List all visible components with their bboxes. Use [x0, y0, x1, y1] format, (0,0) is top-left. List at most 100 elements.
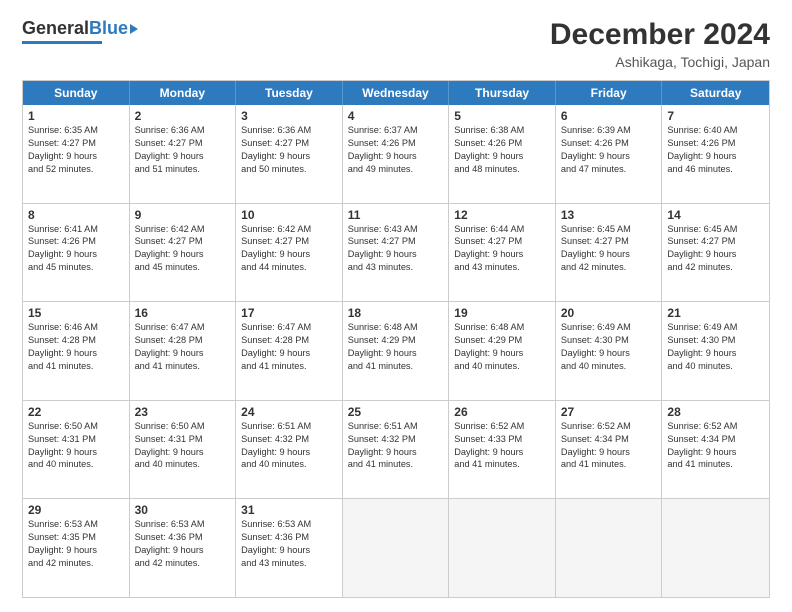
day-info: Sunrise: 6:52 AM Sunset: 4:34 PM Dayligh…	[667, 420, 765, 472]
day-number: 22	[28, 405, 125, 419]
day-info: Sunrise: 6:37 AM Sunset: 4:26 PM Dayligh…	[348, 124, 445, 176]
calendar-cell: 22Sunrise: 6:50 AM Sunset: 4:31 PM Dayli…	[23, 401, 130, 499]
calendar-cell: 4Sunrise: 6:37 AM Sunset: 4:26 PM Daylig…	[343, 105, 450, 203]
calendar-cell: 25Sunrise: 6:51 AM Sunset: 4:32 PM Dayli…	[343, 401, 450, 499]
day-info: Sunrise: 6:53 AM Sunset: 4:36 PM Dayligh…	[241, 518, 338, 570]
calendar-cell: 5Sunrise: 6:38 AM Sunset: 4:26 PM Daylig…	[449, 105, 556, 203]
calendar-cell: 6Sunrise: 6:39 AM Sunset: 4:26 PM Daylig…	[556, 105, 663, 203]
calendar-header-cell: Monday	[130, 81, 237, 105]
day-info: Sunrise: 6:48 AM Sunset: 4:29 PM Dayligh…	[348, 321, 445, 373]
day-number: 10	[241, 208, 338, 222]
day-info: Sunrise: 6:42 AM Sunset: 4:27 PM Dayligh…	[241, 223, 338, 275]
logo-general: General	[22, 18, 89, 39]
calendar-body: 1Sunrise: 6:35 AM Sunset: 4:27 PM Daylig…	[23, 105, 769, 597]
day-number: 2	[135, 109, 232, 123]
calendar-header-cell: Friday	[556, 81, 663, 105]
header: GeneralBlue December 2024 Ashikaga, Toch…	[22, 18, 770, 70]
day-number: 29	[28, 503, 125, 517]
calendar-cell: 8Sunrise: 6:41 AM Sunset: 4:26 PM Daylig…	[23, 204, 130, 302]
day-info: Sunrise: 6:43 AM Sunset: 4:27 PM Dayligh…	[348, 223, 445, 275]
calendar-cell: 27Sunrise: 6:52 AM Sunset: 4:34 PM Dayli…	[556, 401, 663, 499]
day-number: 17	[241, 306, 338, 320]
day-number: 26	[454, 405, 551, 419]
calendar-cell	[449, 499, 556, 597]
calendar-cell	[556, 499, 663, 597]
logo: GeneralBlue	[22, 18, 138, 44]
calendar-header-cell: Sunday	[23, 81, 130, 105]
day-info: Sunrise: 6:47 AM Sunset: 4:28 PM Dayligh…	[135, 321, 232, 373]
day-number: 20	[561, 306, 658, 320]
day-number: 30	[135, 503, 232, 517]
logo-line	[22, 41, 102, 44]
day-number: 27	[561, 405, 658, 419]
day-number: 8	[28, 208, 125, 222]
day-info: Sunrise: 6:35 AM Sunset: 4:27 PM Dayligh…	[28, 124, 125, 176]
day-info: Sunrise: 6:39 AM Sunset: 4:26 PM Dayligh…	[561, 124, 658, 176]
day-info: Sunrise: 6:38 AM Sunset: 4:26 PM Dayligh…	[454, 124, 551, 176]
calendar-cell: 29Sunrise: 6:53 AM Sunset: 4:35 PM Dayli…	[23, 499, 130, 597]
day-info: Sunrise: 6:42 AM Sunset: 4:27 PM Dayligh…	[135, 223, 232, 275]
day-info: Sunrise: 6:49 AM Sunset: 4:30 PM Dayligh…	[561, 321, 658, 373]
calendar-cell: 24Sunrise: 6:51 AM Sunset: 4:32 PM Dayli…	[236, 401, 343, 499]
day-number: 18	[348, 306, 445, 320]
day-info: Sunrise: 6:45 AM Sunset: 4:27 PM Dayligh…	[561, 223, 658, 275]
calendar-cell: 2Sunrise: 6:36 AM Sunset: 4:27 PM Daylig…	[130, 105, 237, 203]
calendar-cell: 31Sunrise: 6:53 AM Sunset: 4:36 PM Dayli…	[236, 499, 343, 597]
location: Ashikaga, Tochigi, Japan	[550, 54, 770, 70]
day-info: Sunrise: 6:51 AM Sunset: 4:32 PM Dayligh…	[348, 420, 445, 472]
calendar-cell: 21Sunrise: 6:49 AM Sunset: 4:30 PM Dayli…	[662, 302, 769, 400]
day-number: 3	[241, 109, 338, 123]
day-info: Sunrise: 6:49 AM Sunset: 4:30 PM Dayligh…	[667, 321, 765, 373]
day-number: 4	[348, 109, 445, 123]
calendar-cell: 9Sunrise: 6:42 AM Sunset: 4:27 PM Daylig…	[130, 204, 237, 302]
day-number: 15	[28, 306, 125, 320]
day-number: 6	[561, 109, 658, 123]
calendar-cell: 28Sunrise: 6:52 AM Sunset: 4:34 PM Dayli…	[662, 401, 769, 499]
day-number: 11	[348, 208, 445, 222]
title-block: December 2024 Ashikaga, Tochigi, Japan	[550, 18, 770, 70]
day-info: Sunrise: 6:44 AM Sunset: 4:27 PM Dayligh…	[454, 223, 551, 275]
calendar-row: 8Sunrise: 6:41 AM Sunset: 4:26 PM Daylig…	[23, 203, 769, 302]
day-number: 7	[667, 109, 765, 123]
calendar-header-cell: Wednesday	[343, 81, 450, 105]
day-info: Sunrise: 6:51 AM Sunset: 4:32 PM Dayligh…	[241, 420, 338, 472]
calendar-cell: 11Sunrise: 6:43 AM Sunset: 4:27 PM Dayli…	[343, 204, 450, 302]
day-info: Sunrise: 6:41 AM Sunset: 4:26 PM Dayligh…	[28, 223, 125, 275]
calendar-cell: 13Sunrise: 6:45 AM Sunset: 4:27 PM Dayli…	[556, 204, 663, 302]
month-year: December 2024	[550, 18, 770, 52]
day-info: Sunrise: 6:36 AM Sunset: 4:27 PM Dayligh…	[135, 124, 232, 176]
day-number: 13	[561, 208, 658, 222]
calendar-cell: 14Sunrise: 6:45 AM Sunset: 4:27 PM Dayli…	[662, 204, 769, 302]
calendar-header-cell: Tuesday	[236, 81, 343, 105]
logo-text: GeneralBlue	[22, 18, 138, 39]
logo-arrow-icon	[130, 24, 138, 34]
day-info: Sunrise: 6:50 AM Sunset: 4:31 PM Dayligh…	[135, 420, 232, 472]
calendar-cell: 17Sunrise: 6:47 AM Sunset: 4:28 PM Dayli…	[236, 302, 343, 400]
calendar-row: 29Sunrise: 6:53 AM Sunset: 4:35 PM Dayli…	[23, 498, 769, 597]
calendar-cell: 3Sunrise: 6:36 AM Sunset: 4:27 PM Daylig…	[236, 105, 343, 203]
calendar-header: SundayMondayTuesdayWednesdayThursdayFrid…	[23, 81, 769, 105]
day-info: Sunrise: 6:53 AM Sunset: 4:35 PM Dayligh…	[28, 518, 125, 570]
calendar-row: 15Sunrise: 6:46 AM Sunset: 4:28 PM Dayli…	[23, 301, 769, 400]
calendar-cell: 19Sunrise: 6:48 AM Sunset: 4:29 PM Dayli…	[449, 302, 556, 400]
day-number: 1	[28, 109, 125, 123]
calendar-cell	[662, 499, 769, 597]
calendar: SundayMondayTuesdayWednesdayThursdayFrid…	[22, 80, 770, 598]
day-info: Sunrise: 6:52 AM Sunset: 4:34 PM Dayligh…	[561, 420, 658, 472]
calendar-cell: 7Sunrise: 6:40 AM Sunset: 4:26 PM Daylig…	[662, 105, 769, 203]
calendar-cell: 10Sunrise: 6:42 AM Sunset: 4:27 PM Dayli…	[236, 204, 343, 302]
day-number: 28	[667, 405, 765, 419]
day-number: 5	[454, 109, 551, 123]
calendar-cell: 30Sunrise: 6:53 AM Sunset: 4:36 PM Dayli…	[130, 499, 237, 597]
day-info: Sunrise: 6:50 AM Sunset: 4:31 PM Dayligh…	[28, 420, 125, 472]
day-info: Sunrise: 6:52 AM Sunset: 4:33 PM Dayligh…	[454, 420, 551, 472]
day-number: 21	[667, 306, 765, 320]
page: GeneralBlue December 2024 Ashikaga, Toch…	[0, 0, 792, 612]
day-number: 24	[241, 405, 338, 419]
calendar-header-cell: Thursday	[449, 81, 556, 105]
day-info: Sunrise: 6:45 AM Sunset: 4:27 PM Dayligh…	[667, 223, 765, 275]
day-info: Sunrise: 6:46 AM Sunset: 4:28 PM Dayligh…	[28, 321, 125, 373]
calendar-cell: 12Sunrise: 6:44 AM Sunset: 4:27 PM Dayli…	[449, 204, 556, 302]
day-info: Sunrise: 6:36 AM Sunset: 4:27 PM Dayligh…	[241, 124, 338, 176]
calendar-header-cell: Saturday	[662, 81, 769, 105]
